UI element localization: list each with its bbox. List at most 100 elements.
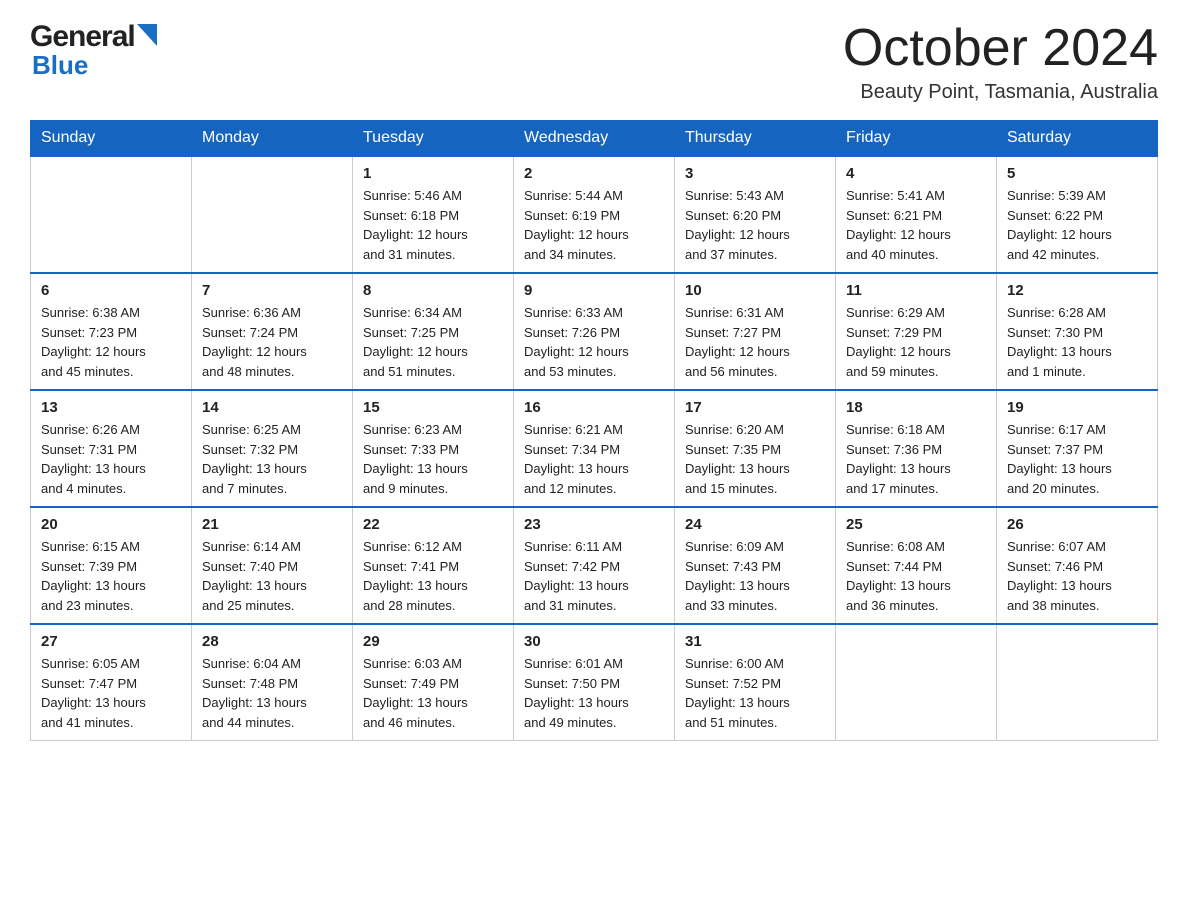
- day-info: Sunrise: 6:04 AMSunset: 7:48 PMDaylight:…: [202, 654, 342, 732]
- logo-arrow-icon: [137, 24, 157, 51]
- day-number: 30: [524, 633, 664, 650]
- calendar-cell: 29 Sunrise: 6:03 AMSunset: 7:49 PMDayligh…: [353, 624, 514, 741]
- day-number: 15: [363, 399, 503, 416]
- day-info: Sunrise: 6:15 AMSunset: 7:39 PMDaylight:…: [41, 537, 181, 615]
- day-info: Sunrise: 6:36 AMSunset: 7:24 PMDaylight:…: [202, 303, 342, 381]
- day-number: 1: [363, 165, 503, 182]
- day-info: Sunrise: 6:34 AMSunset: 7:25 PMDaylight:…: [363, 303, 503, 381]
- calendar-cell: [836, 624, 997, 741]
- day-info: Sunrise: 6:01 AMSunset: 7:50 PMDaylight:…: [524, 654, 664, 732]
- weekday-header-thursday: Thursday: [675, 121, 836, 157]
- day-number: 26: [1007, 516, 1147, 533]
- calendar-cell: 22 Sunrise: 6:12 AMSunset: 7:41 PMDayligh…: [353, 507, 514, 624]
- title-block: October 2024 Beauty Point, Tasmania, Aus…: [843, 20, 1158, 104]
- calendar-cell: 20 Sunrise: 6:15 AMSunset: 7:39 PMDayligh…: [31, 507, 192, 624]
- day-number: 9: [524, 282, 664, 299]
- weekday-header-sunday: Sunday: [31, 121, 192, 157]
- calendar-cell: 1Sunrise: 5:46 AMSunset: 6:18 PMDaylight…: [353, 156, 514, 273]
- day-number: 23: [524, 516, 664, 533]
- day-number: 22: [363, 516, 503, 533]
- calendar-cell: 27 Sunrise: 6:05 AMSunset: 7:47 PMDayligh…: [31, 624, 192, 741]
- calendar-cell: [192, 156, 353, 273]
- day-number: 4: [846, 165, 986, 182]
- day-number: 8: [363, 282, 503, 299]
- day-info: Sunrise: 6:05 AMSunset: 7:47 PMDaylight:…: [41, 654, 181, 732]
- day-number: 24: [685, 516, 825, 533]
- weekday-header-friday: Friday: [836, 121, 997, 157]
- day-info: Sunrise: 6:38 AMSunset: 7:23 PMDaylight:…: [41, 303, 181, 381]
- day-number: 6: [41, 282, 181, 299]
- calendar-cell: 30 Sunrise: 6:01 AMSunset: 7:50 PMDayligh…: [514, 624, 675, 741]
- calendar-cell: 14 Sunrise: 6:25 AMSunset: 7:32 PMDayligh…: [192, 390, 353, 507]
- day-number: 5: [1007, 165, 1147, 182]
- day-number: 12: [1007, 282, 1147, 299]
- calendar-cell: 31Sunrise: 6:00 AMSunset: 7:52 PMDayligh…: [675, 624, 836, 741]
- calendar-cell: 8 Sunrise: 6:34 AMSunset: 7:25 PMDaylight…: [353, 273, 514, 390]
- day-info: Sunrise: 6:12 AMSunset: 7:41 PMDaylight:…: [363, 537, 503, 615]
- calendar-cell: 3 Sunrise: 5:43 AMSunset: 6:20 PMDaylight…: [675, 156, 836, 273]
- day-info: Sunrise: 5:41 AMSunset: 6:21 PMDaylight:…: [846, 186, 986, 264]
- calendar-cell: 28Sunrise: 6:04 AMSunset: 7:48 PMDayligh…: [192, 624, 353, 741]
- weekday-header-wednesday: Wednesday: [514, 121, 675, 157]
- calendar-cell: 9Sunrise: 6:33 AMSunset: 7:26 PMDaylight…: [514, 273, 675, 390]
- day-number: 29: [363, 633, 503, 650]
- day-info: Sunrise: 6:23 AMSunset: 7:33 PMDaylight:…: [363, 420, 503, 498]
- day-info: Sunrise: 5:44 AMSunset: 6:19 PMDaylight:…: [524, 186, 664, 264]
- day-info: Sunrise: 6:08 AMSunset: 7:44 PMDaylight:…: [846, 537, 986, 615]
- logo-general-text: General: [30, 20, 135, 54]
- day-info: Sunrise: 6:26 AMSunset: 7:31 PMDaylight:…: [41, 420, 181, 498]
- day-info: Sunrise: 6:03 AMSunset: 7:49 PMDaylight:…: [363, 654, 503, 732]
- page-header: General Blue October 2024 Beauty Point, …: [30, 20, 1158, 104]
- day-info: Sunrise: 5:39 AMSunset: 6:22 PMDaylight:…: [1007, 186, 1147, 264]
- day-number: 10: [685, 282, 825, 299]
- calendar-week-row: 6 Sunrise: 6:38 AMSunset: 7:23 PMDaylight…: [31, 273, 1158, 390]
- calendar-week-row: 13 Sunrise: 6:26 AMSunset: 7:31 PMDayligh…: [31, 390, 1158, 507]
- day-info: Sunrise: 6:29 AMSunset: 7:29 PMDaylight:…: [846, 303, 986, 381]
- day-number: 3: [685, 165, 825, 182]
- day-info: Sunrise: 5:43 AMSunset: 6:20 PMDaylight:…: [685, 186, 825, 264]
- month-title: October 2024: [843, 20, 1158, 77]
- day-number: 13: [41, 399, 181, 416]
- calendar-cell: 12Sunrise: 6:28 AMSunset: 7:30 PMDayligh…: [997, 273, 1158, 390]
- calendar-cell: 16Sunrise: 6:21 AMSunset: 7:34 PMDayligh…: [514, 390, 675, 507]
- day-number: 7: [202, 282, 342, 299]
- calendar-cell: 10 Sunrise: 6:31 AMSunset: 7:27 PMDayligh…: [675, 273, 836, 390]
- day-number: 25: [846, 516, 986, 533]
- calendar-cell: 5 Sunrise: 5:39 AMSunset: 6:22 PMDaylight…: [997, 156, 1158, 273]
- weekday-header-monday: Monday: [192, 121, 353, 157]
- calendar-table: SundayMondayTuesdayWednesdayThursdayFrid…: [30, 120, 1158, 741]
- day-info: Sunrise: 6:31 AMSunset: 7:27 PMDaylight:…: [685, 303, 825, 381]
- day-number: 2: [524, 165, 664, 182]
- calendar-cell: 25 Sunrise: 6:08 AMSunset: 7:44 PMDayligh…: [836, 507, 997, 624]
- calendar-cell: 26 Sunrise: 6:07 AMSunset: 7:46 PMDayligh…: [997, 507, 1158, 624]
- calendar-cell: 19Sunrise: 6:17 AMSunset: 7:37 PMDayligh…: [997, 390, 1158, 507]
- calendar-cell: 7 Sunrise: 6:36 AMSunset: 7:24 PMDaylight…: [192, 273, 353, 390]
- logo-blue-text: Blue: [30, 50, 88, 81]
- day-number: 20: [41, 516, 181, 533]
- day-info: Sunrise: 6:09 AMSunset: 7:43 PMDaylight:…: [685, 537, 825, 615]
- day-number: 31: [685, 633, 825, 650]
- calendar-cell: 18 Sunrise: 6:18 AMSunset: 7:36 PMDayligh…: [836, 390, 997, 507]
- day-info: Sunrise: 6:20 AMSunset: 7:35 PMDaylight:…: [685, 420, 825, 498]
- day-info: Sunrise: 6:14 AMSunset: 7:40 PMDaylight:…: [202, 537, 342, 615]
- calendar-cell: 6 Sunrise: 6:38 AMSunset: 7:23 PMDaylight…: [31, 273, 192, 390]
- day-number: 27: [41, 633, 181, 650]
- day-number: 14: [202, 399, 342, 416]
- calendar-week-row: 20 Sunrise: 6:15 AMSunset: 7:39 PMDayligh…: [31, 507, 1158, 624]
- calendar-cell: 23 Sunrise: 6:11 AMSunset: 7:42 PMDayligh…: [514, 507, 675, 624]
- day-info: Sunrise: 6:18 AMSunset: 7:36 PMDaylight:…: [846, 420, 986, 498]
- day-number: 18: [846, 399, 986, 416]
- calendar-cell: 15 Sunrise: 6:23 AMSunset: 7:33 PMDayligh…: [353, 390, 514, 507]
- day-info: Sunrise: 6:25 AMSunset: 7:32 PMDaylight:…: [202, 420, 342, 498]
- day-info: Sunrise: 6:07 AMSunset: 7:46 PMDaylight:…: [1007, 537, 1147, 615]
- calendar-cell: 2 Sunrise: 5:44 AMSunset: 6:19 PMDaylight…: [514, 156, 675, 273]
- calendar-cell: [997, 624, 1158, 741]
- day-number: 17: [685, 399, 825, 416]
- calendar-cell: 13 Sunrise: 6:26 AMSunset: 7:31 PMDayligh…: [31, 390, 192, 507]
- day-info: Sunrise: 6:11 AMSunset: 7:42 PMDaylight:…: [524, 537, 664, 615]
- location-text: Beauty Point, Tasmania, Australia: [843, 81, 1158, 104]
- calendar-week-row: 27 Sunrise: 6:05 AMSunset: 7:47 PMDayligh…: [31, 624, 1158, 741]
- calendar-cell: 17 Sunrise: 6:20 AMSunset: 7:35 PMDayligh…: [675, 390, 836, 507]
- calendar-cell: 21Sunrise: 6:14 AMSunset: 7:40 PMDayligh…: [192, 507, 353, 624]
- weekday-header-saturday: Saturday: [997, 121, 1158, 157]
